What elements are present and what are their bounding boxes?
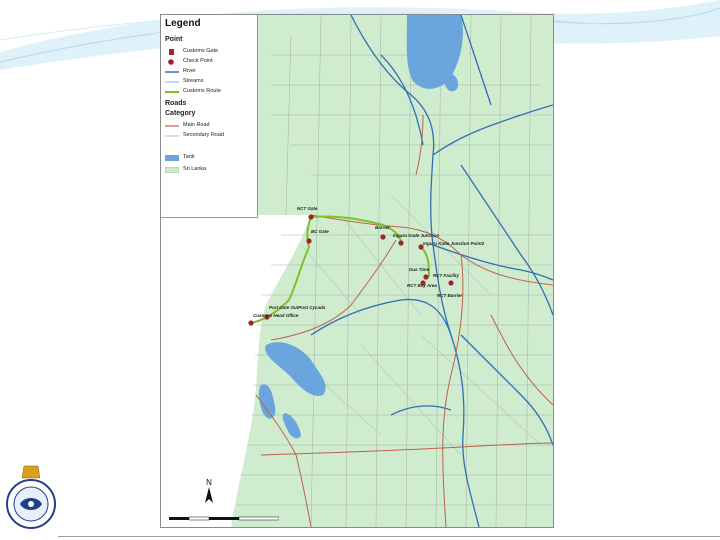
tank-lake-3 <box>282 413 301 439</box>
legend-row-customs-route: Customs Route <box>165 88 255 96</box>
tank-lake-1 <box>265 342 326 396</box>
check-point-icon <box>168 59 174 65</box>
secondary-road-line-icon <box>165 135 179 137</box>
main-road-line-icon <box>165 125 179 127</box>
checkpoint-customs-head-office <box>248 320 254 326</box>
scale-bar <box>169 516 279 521</box>
map-label-customs-head-office: Customs Head Office <box>253 313 299 318</box>
checkpoint-inguru-kade-junction <box>398 240 404 246</box>
legend-row-secondary-road: Secondary Road <box>165 132 255 140</box>
legend-row-river: River <box>165 68 255 76</box>
river-line-icon <box>165 71 179 73</box>
legend-section-roads: Roads <box>165 100 187 107</box>
map-label-rct-barrier: RCT Barrier <box>437 293 463 298</box>
legend-row-check-point: Check Point <box>165 58 255 66</box>
main-roads <box>255 114 553 527</box>
legend-row-tank: Tank <box>165 154 255 162</box>
map-label-dua-time: Dua Time <box>409 267 430 272</box>
map-label-barrier: Barrier <box>375 225 390 230</box>
customs-gate-icon <box>169 49 174 55</box>
rivers <box>310 15 553 527</box>
checkpoint-dua-time <box>423 274 429 280</box>
tank-small-north <box>443 72 459 92</box>
legend-section-category: Category <box>165 110 196 117</box>
sri-lanka-swatch-icon <box>165 167 179 173</box>
tank-swatch-icon <box>165 155 179 161</box>
map-label-rct-facility: RCT Facility <box>433 273 460 278</box>
map-frame: Legend Point Customs Gate Check Point Ri… <box>160 14 554 528</box>
map-label-rct-bay-area: RCT Bay Area <box>407 283 437 288</box>
map-label-nct-gate: NCT Gate <box>297 206 318 211</box>
north-arrow-icon: N <box>205 478 213 503</box>
footer-divider <box>58 536 720 537</box>
map-label-bc-gate: BC Gate <box>311 229 329 234</box>
customs-emblem-logo <box>6 465 56 529</box>
lion-crest-icon <box>21 465 41 479</box>
legend-row-streams: Streams <box>165 78 255 86</box>
map-legend: Legend Point Customs Gate Check Point Ri… <box>161 15 258 218</box>
legend-row-sri-lanka: Sri Lanka <box>165 166 255 174</box>
checkpoint-bc-gate <box>306 238 312 244</box>
checkpoint-nct-gate <box>308 214 314 220</box>
map-label-port-gate-outpost: Port Gate OutPost Cycada <box>269 305 326 310</box>
customs-route-line-icon <box>165 91 179 93</box>
legend-title: Legend <box>165 18 201 29</box>
stream-line-icon <box>165 81 179 83</box>
legend-row-customs-gate: Customs Gate <box>165 48 255 56</box>
north-arrow-label: N <box>206 478 212 487</box>
checkpoint-rct-facility <box>448 280 454 286</box>
legend-row-main-road: Main Road <box>165 122 255 130</box>
map-label-inguru-kade-junction: Inguru Kade Junction <box>393 233 440 238</box>
legend-section-point: Point <box>165 36 183 43</box>
map-label-inguru-kade-point2: Inguru Kade Junction Point2 <box>423 241 485 246</box>
checkpoint-barrier <box>380 234 386 240</box>
